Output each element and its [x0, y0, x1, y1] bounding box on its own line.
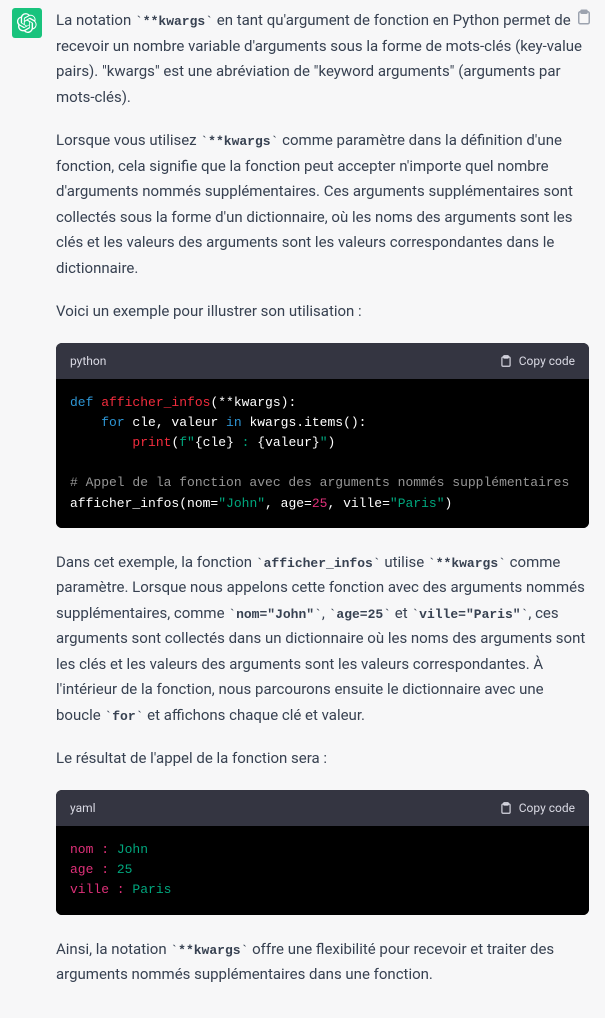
- clipboard-icon: [499, 354, 513, 368]
- code-inline: **kwargs: [135, 14, 213, 29]
- copy-message-button[interactable]: [575, 8, 593, 26]
- code-inline: for: [104, 709, 143, 724]
- code-header: yaml Copy code: [56, 790, 589, 826]
- code-inline: nom="John": [228, 607, 322, 622]
- code-header: python Copy code: [56, 343, 589, 379]
- paragraph: Ainsi, la notation **kwargs offre une fl…: [56, 937, 589, 988]
- code-inline: **kwargs: [170, 943, 248, 958]
- code-content: nom : John age : 25 ville : Paris: [56, 826, 589, 914]
- paragraph: Voici un exemple pour illustrer son util…: [56, 299, 589, 325]
- code-language-label: python: [70, 351, 106, 371]
- openai-logo-icon: [17, 13, 37, 33]
- code-block: python Copy code def afficher_infos(**kw…: [56, 343, 589, 528]
- message-row: La notation **kwargs en tant qu'argument…: [0, 0, 605, 1018]
- paragraph: La notation **kwargs en tant qu'argument…: [56, 8, 589, 110]
- clipboard-icon: [575, 8, 593, 26]
- code-content: def afficher_infos(**kwargs): for cle, v…: [56, 379, 589, 528]
- code-inline: age=25: [329, 607, 391, 622]
- code-block: yaml Copy code nom : John age : 25 ville…: [56, 790, 589, 915]
- code-inline: afficher_infos: [256, 556, 381, 571]
- assistant-avatar: [12, 8, 42, 38]
- paragraph: Lorsque vous utilisez **kwargs comme par…: [56, 128, 589, 281]
- code-inline: ville="Paris": [411, 607, 528, 622]
- code-language-label: yaml: [70, 798, 96, 818]
- code-inline: **kwargs: [200, 134, 278, 149]
- assistant-message: La notation **kwargs en tant qu'argument…: [56, 8, 589, 1006]
- code-inline: **kwargs: [428, 556, 506, 571]
- copy-code-button[interactable]: Copy code: [499, 798, 575, 818]
- paragraph: Le résultat de l'appel de la fonction se…: [56, 746, 589, 772]
- clipboard-icon: [499, 801, 513, 815]
- copy-code-button[interactable]: Copy code: [499, 351, 575, 371]
- paragraph: Dans cet exemple, la fonction afficher_i…: [56, 550, 589, 729]
